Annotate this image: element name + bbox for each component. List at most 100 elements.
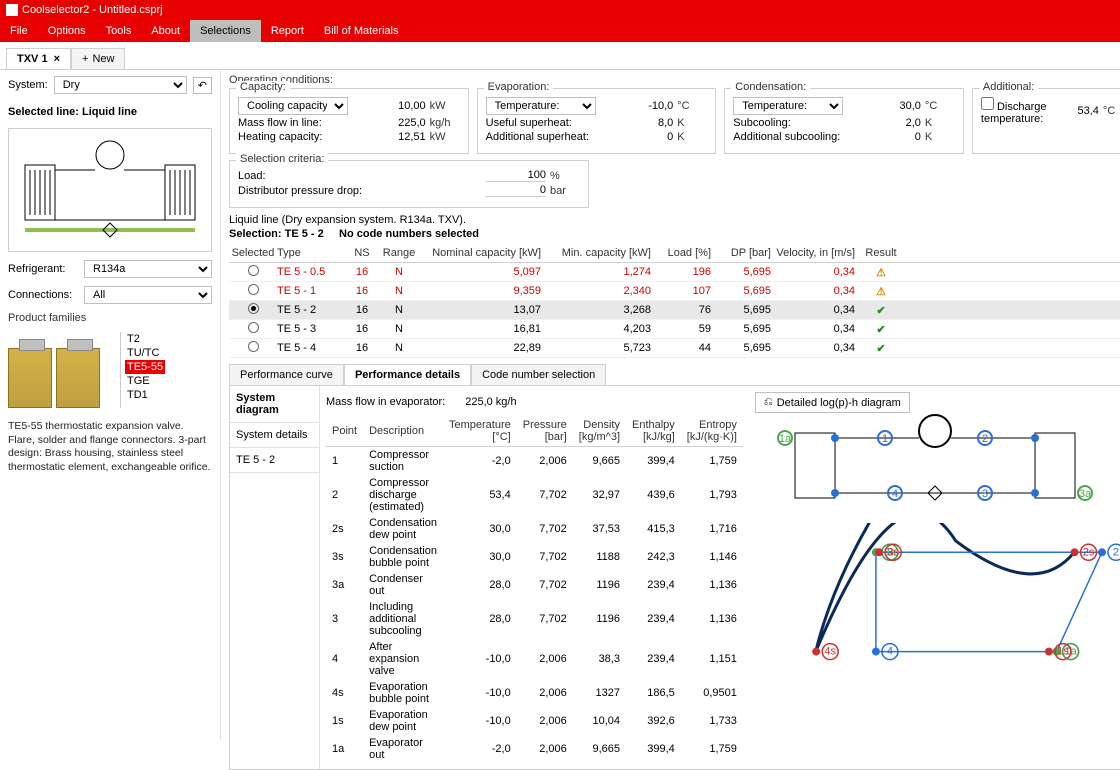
evaporation-group: Evaporation: Temperature:-10,0°C Useful … bbox=[477, 88, 717, 154]
context-line: Liquid line (Dry expansion system. R134a… bbox=[221, 208, 1120, 226]
result-row[interactable]: TE 5 - 0.516N5,0971,2741965,6950,34⚠ bbox=[229, 263, 1120, 282]
unit: °C bbox=[921, 100, 955, 112]
left-panel: System: Dry ↶ Selected line: Liquid line… bbox=[0, 70, 221, 740]
result-row[interactable]: TE 5 - 316N16,814,203595,6950,34✔ bbox=[229, 320, 1120, 339]
cond-temp-select[interactable]: Temperature: bbox=[733, 97, 843, 115]
superheat-value[interactable]: 8,0 bbox=[623, 117, 673, 129]
svg-text:4: 4 bbox=[887, 646, 893, 658]
system-details-tab[interactable]: System details bbox=[230, 423, 319, 448]
state-row: 2sCondensation dew point30,07,70237,5341… bbox=[326, 515, 743, 543]
discharge-temp-checkbox[interactable] bbox=[981, 97, 994, 110]
unit: °C bbox=[1099, 105, 1120, 117]
menu-tools[interactable]: Tools bbox=[96, 20, 142, 42]
detailed-diagram-button[interactable]: ⎌ Detailed log(p)-h diagram bbox=[755, 392, 910, 413]
svg-text:1s: 1s bbox=[1057, 646, 1069, 658]
family-item[interactable]: TU/TC bbox=[125, 346, 165, 360]
unit: K bbox=[921, 131, 955, 143]
load-value[interactable]: 100 bbox=[486, 169, 546, 182]
row-radio[interactable] bbox=[248, 265, 259, 276]
selection-name[interactable]: TE 5 - 2 bbox=[230, 448, 319, 473]
family-item[interactable]: TD1 bbox=[125, 388, 165, 402]
selected-line-label: Selected line: Liquid line bbox=[8, 106, 212, 118]
menu-bill-of-materials[interactable]: Bill of Materials bbox=[314, 20, 409, 42]
diagram-panel: ⎌ Detailed log(p)-h diagram 1a 1 2 4 3 3… bbox=[749, 386, 1120, 769]
heating-capacity-value: 12,51 bbox=[376, 131, 426, 143]
menu-file[interactable]: File bbox=[0, 20, 38, 42]
detail-tabs: Performance curvePerformance detailsCode… bbox=[229, 364, 1120, 386]
criteria-group: Selection criteria: Load:100% Distributo… bbox=[229, 160, 589, 208]
new-tab-button[interactable]: + New bbox=[71, 48, 125, 69]
unit: °C bbox=[673, 100, 707, 112]
family-item[interactable]: TGE bbox=[125, 374, 165, 388]
refrigerant-select[interactable]: R134a bbox=[84, 260, 212, 278]
add-superheat-value[interactable]: 0 bbox=[623, 131, 673, 143]
product-families-label: Product families bbox=[8, 312, 212, 324]
svg-text:2: 2 bbox=[1113, 546, 1119, 558]
tab-txv1[interactable]: TXV 1 × bbox=[6, 48, 71, 69]
heating-capacity-label: Heating capacity: bbox=[238, 131, 376, 143]
menu-selections[interactable]: Selections bbox=[190, 20, 261, 42]
mass-flow-evap-label: Mass flow in evaporator: bbox=[326, 396, 445, 408]
system-label: System: bbox=[8, 79, 48, 91]
dist-dp-value[interactable]: 0 bbox=[486, 184, 546, 197]
cooling-capacity-value[interactable]: 10,00 bbox=[376, 100, 426, 112]
load-label: Load: bbox=[238, 170, 486, 182]
undo-icon[interactable]: ↶ bbox=[193, 77, 212, 94]
state-row: 4sEvaporation bubble point-10,02,0061327… bbox=[326, 679, 743, 707]
unit: kg/h bbox=[426, 117, 460, 129]
evap-temp-select[interactable]: Temperature: bbox=[486, 97, 596, 115]
chart-icon: ⎌ bbox=[764, 396, 773, 409]
state-row: 3sCondensation bubble point30,07,7021188… bbox=[326, 543, 743, 571]
capacity-group: Capacity: Cooling capacity:10,00kW Mass … bbox=[229, 88, 469, 154]
results-header: SelectedTypeNSRangeNominal capacity [kW]… bbox=[229, 244, 1120, 263]
system-diagram-tab[interactable]: System diagram bbox=[230, 386, 319, 423]
row-radio[interactable] bbox=[248, 303, 259, 314]
cond-temp-value[interactable]: 30,0 bbox=[871, 100, 921, 112]
result-row[interactable]: TE 5 - 116N9,3592,3401075,6950,34⚠ bbox=[229, 282, 1120, 301]
ph-diagram: 11a1s22s33a3s44s bbox=[755, 523, 1120, 723]
unit: % bbox=[546, 170, 580, 182]
connections-label: Connections: bbox=[8, 289, 78, 301]
state-row: 1aEvaporator out-2,02,0069,665399,41,759 bbox=[326, 735, 743, 763]
state-row: 1sEvaporation dew point-10,02,00610,0439… bbox=[326, 707, 743, 735]
add-subcooling-value[interactable]: 0 bbox=[871, 131, 921, 143]
unit: kW bbox=[426, 100, 460, 112]
superheat-label: Useful superheat: bbox=[486, 117, 624, 129]
menu-report[interactable]: Report bbox=[261, 20, 314, 42]
mass-flow-value: 225,0 bbox=[376, 117, 426, 129]
system-select[interactable]: Dry bbox=[54, 76, 187, 94]
cooling-capacity-select[interactable]: Cooling capacity: bbox=[238, 97, 348, 115]
line-schematic bbox=[8, 128, 212, 252]
evap-temp-value[interactable]: -10,0 bbox=[623, 100, 673, 112]
state-row: 4After expansion valve-10,02,00638,3239,… bbox=[326, 639, 743, 679]
new-tab-label: New bbox=[92, 53, 114, 65]
product-description: TE5-55 thermostatic expansion valve. Fla… bbox=[8, 420, 212, 475]
menu-options[interactable]: Options bbox=[38, 20, 96, 42]
result-row[interactable]: TE 5 - 216N13,073,268765,6950,34✔ bbox=[229, 301, 1120, 320]
unit: K bbox=[921, 117, 955, 129]
row-radio[interactable] bbox=[248, 284, 259, 295]
menu-about[interactable]: About bbox=[141, 20, 190, 42]
row-radio[interactable] bbox=[248, 322, 259, 333]
family-item[interactable]: T2 bbox=[125, 332, 165, 346]
close-icon[interactable]: × bbox=[54, 53, 60, 65]
detail-tab[interactable]: Performance details bbox=[344, 364, 471, 385]
unit: K bbox=[673, 131, 707, 143]
connections-select[interactable]: All bbox=[84, 286, 212, 304]
detail-tab[interactable]: Performance curve bbox=[229, 364, 344, 385]
condensation-group: Condensation: Temperature:30,0°C Subcool… bbox=[724, 88, 964, 154]
tab-label: TXV 1 bbox=[17, 53, 48, 65]
refrigerant-label: Refrigerant: bbox=[8, 263, 78, 275]
row-radio[interactable] bbox=[248, 341, 259, 352]
svg-text:3a: 3a bbox=[1079, 488, 1092, 500]
cycle-schematic: 1a 1 2 4 3 3a bbox=[755, 413, 1120, 523]
result-row[interactable]: TE 5 - 416N22,895,723445,6950,34✔ bbox=[229, 339, 1120, 358]
svg-text:3: 3 bbox=[982, 488, 988, 500]
subcooling-value[interactable]: 2,0 bbox=[871, 117, 921, 129]
state-table: PointDescriptionTemperature [°C]Pressure… bbox=[326, 416, 743, 763]
menubar: FileOptionsToolsAboutSelectionsReportBil… bbox=[0, 20, 1120, 42]
detailed-diagram-label: Detailed log(p)-h diagram bbox=[777, 397, 901, 409]
right-panel: Operating conditions: Capacity: Cooling … bbox=[221, 70, 1120, 740]
family-item[interactable]: TE5-55 bbox=[125, 360, 165, 374]
detail-tab[interactable]: Code number selection bbox=[471, 364, 606, 385]
